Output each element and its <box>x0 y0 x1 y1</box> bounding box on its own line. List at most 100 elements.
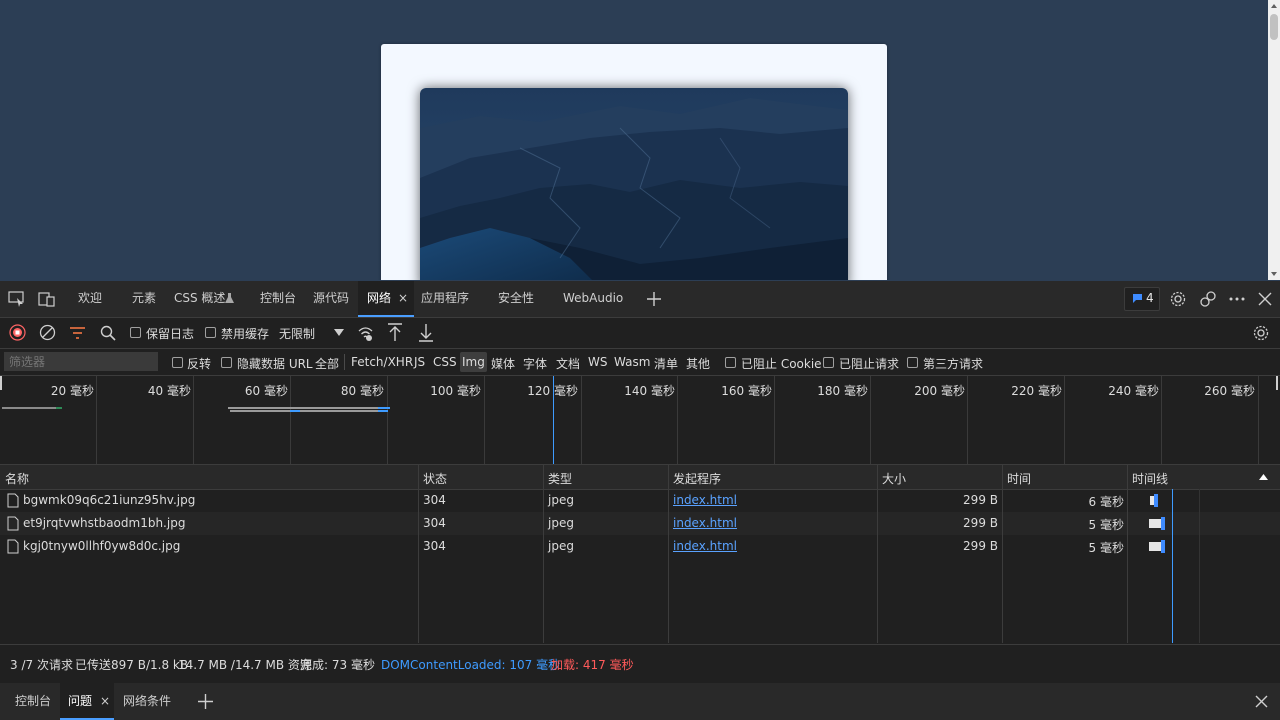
page-scrollbar[interactable] <box>1268 0 1280 280</box>
drawer-tab-network-conditions[interactable]: 网络条件 <box>123 683 171 720</box>
tab-console[interactable]: 控制台 <box>260 281 296 317</box>
record-stop-icon[interactable] <box>9 324 26 341</box>
device-emulation-icon[interactable] <box>38 291 56 307</box>
network-overview[interactable]: 20 毫秒 40 毫秒 60 毫秒 80 毫秒 100 毫秒 120 毫秒 14… <box>0 376 1280 465</box>
filter-type-other[interactable]: 其他 <box>686 355 710 372</box>
column-header-size[interactable]: 大小 <box>882 470 906 487</box>
feedback-icon[interactable] <box>1199 290 1217 308</box>
filter-type-ws[interactable]: WS <box>588 355 607 369</box>
overview-request-bar <box>2 407 58 409</box>
issues-badge[interactable]: 4 <box>1124 287 1160 311</box>
filter-type-media[interactable]: 媒体 <box>491 355 515 372</box>
devtools-drawer-tabbar: 控制台 问题 × 网络条件 <box>0 683 1280 720</box>
preserve-log-checkbox[interactable] <box>130 327 141 338</box>
column-header-waterfall[interactable]: 时间线 <box>1132 470 1168 487</box>
table-row[interactable]: kgj0tnyw0llhf0yw8d0c.jpg 304 jpeg index.… <box>0 535 1280 558</box>
search-icon[interactable] <box>100 325 116 341</box>
drawer-tab-console[interactable]: 控制台 <box>15 683 51 720</box>
tab-network[interactable]: 网络 × <box>358 281 414 317</box>
column-divider[interactable] <box>877 465 878 643</box>
tab-css-overview[interactable]: CSS 概述 <box>174 281 225 317</box>
filter-icon[interactable] <box>69 326 86 340</box>
disable-cache-label: 禁用缓存 <box>221 327 270 341</box>
filter-type-font[interactable]: 字体 <box>523 355 547 372</box>
waterfall-dcl-marker <box>1172 489 1173 643</box>
tab-application[interactable]: 应用程序 <box>421 281 469 317</box>
tab-elements[interactable]: 元素 <box>132 281 156 317</box>
third-party-checkbox[interactable] <box>907 357 918 368</box>
overview-request-bar <box>300 410 378 412</box>
filter-type-doc[interactable]: 文档 <box>556 355 580 372</box>
request-initiator-link[interactable]: index.html <box>673 516 737 530</box>
scroll-up-icon[interactable] <box>1271 4 1277 8</box>
request-initiator-link[interactable]: index.html <box>673 539 737 553</box>
throttling-select[interactable]: 无限制 <box>277 323 347 343</box>
invert-checkbox[interactable] <box>172 357 183 368</box>
filter-type-wasm[interactable]: Wasm <box>614 355 650 369</box>
overview-tick-label: 20 毫秒 <box>50 384 94 398</box>
tab-welcome[interactable]: 欢迎 <box>78 281 102 317</box>
tab-sources[interactable]: 源代码 <box>313 281 349 317</box>
waterfall-bar-download <box>1154 494 1158 507</box>
issues-count: 4 <box>1146 291 1154 305</box>
third-party-label: 第三方请求 <box>923 357 984 371</box>
table-row[interactable]: et9jrqtvwhstbaodm1bh.jpg 304 jpeg index.… <box>0 512 1280 535</box>
column-header-time[interactable]: 时间 <box>1007 470 1031 487</box>
close-devtools-icon[interactable] <box>1258 292 1272 306</box>
filter-type-img[interactable]: Img <box>460 352 487 372</box>
filter-type-css[interactable]: CSS <box>433 355 457 369</box>
overview-gridline <box>1064 376 1065 464</box>
drawer-tab-issues[interactable]: 问题 × <box>60 683 114 720</box>
export-har-icon[interactable] <box>418 323 434 342</box>
close-tab-icon[interactable]: × <box>398 281 408 316</box>
clear-log-icon[interactable] <box>39 324 56 341</box>
add-drawer-tab-icon[interactable] <box>198 694 213 709</box>
request-initiator-link[interactable]: index.html <box>673 493 737 507</box>
column-divider[interactable] <box>1127 465 1128 643</box>
experiment-flask-icon <box>225 293 234 303</box>
close-drawer-tab-icon[interactable]: × <box>100 683 110 719</box>
column-divider[interactable] <box>543 465 544 643</box>
filter-input[interactable] <box>4 352 158 371</box>
hide-data-urls-checkbox[interactable] <box>221 357 232 368</box>
overview-gridline <box>290 376 291 464</box>
overview-tick-label: 160 毫秒 <box>721 384 772 398</box>
inspect-element-icon[interactable] <box>8 291 26 307</box>
filter-type-manifest[interactable]: 清单 <box>654 355 678 372</box>
overview-gridline <box>484 376 485 464</box>
close-drawer-icon[interactable] <box>1255 695 1268 708</box>
overview-right-handle[interactable] <box>1276 376 1278 390</box>
filter-type-fetch-xhr[interactable]: Fetch/XHR <box>351 355 413 369</box>
network-conditions-icon[interactable] <box>357 325 374 342</box>
add-tab-icon[interactable] <box>646 291 662 307</box>
column-header-name[interactable]: 名称 <box>5 470 29 487</box>
scroll-down-icon[interactable] <box>1271 272 1277 276</box>
summary-transferred: 已传送897 B/1.8 kB <box>75 658 189 672</box>
tab-security[interactable]: 安全性 <box>498 281 534 317</box>
blocked-cookies-checkbox[interactable] <box>725 357 736 368</box>
overview-request-bar <box>378 410 388 412</box>
column-divider[interactable] <box>418 465 419 643</box>
requests-table: 名称 状态 类型 发起程序 大小 时间 时间线 bgwmk09q6c21iunz… <box>0 465 1280 643</box>
blocked-requests-checkbox[interactable] <box>823 357 834 368</box>
disable-cache-checkbox[interactable] <box>205 327 216 338</box>
scrollbar-thumb[interactable] <box>1270 14 1278 40</box>
request-type: jpeg <box>548 493 574 507</box>
column-divider[interactable] <box>668 465 669 643</box>
filter-type-all[interactable]: 全部 <box>315 355 339 372</box>
filter-type-js[interactable]: JS <box>414 355 425 369</box>
network-settings-gear-icon[interactable] <box>1252 324 1270 342</box>
blocked-cookies-label: 已阻止 Cookie <box>741 357 822 371</box>
tab-webaudio[interactable]: WebAudio <box>563 281 623 317</box>
table-row[interactable]: bgwmk09q6c21iunz95hv.jpg 304 jpeg index.… <box>0 489 1280 512</box>
column-divider[interactable] <box>1002 465 1003 643</box>
sort-ascending-icon[interactable] <box>1259 474 1268 480</box>
more-options-icon[interactable] <box>1229 297 1245 301</box>
column-header-status[interactable]: 状态 <box>423 470 447 487</box>
column-header-initiator[interactable]: 发起程序 <box>673 470 721 487</box>
overview-left-handle[interactable] <box>0 376 2 390</box>
settings-gear-icon[interactable] <box>1169 290 1187 308</box>
import-har-icon[interactable] <box>387 323 403 342</box>
overview-tick-label: 240 毫秒 <box>1108 384 1159 398</box>
column-header-type[interactable]: 类型 <box>548 470 572 487</box>
